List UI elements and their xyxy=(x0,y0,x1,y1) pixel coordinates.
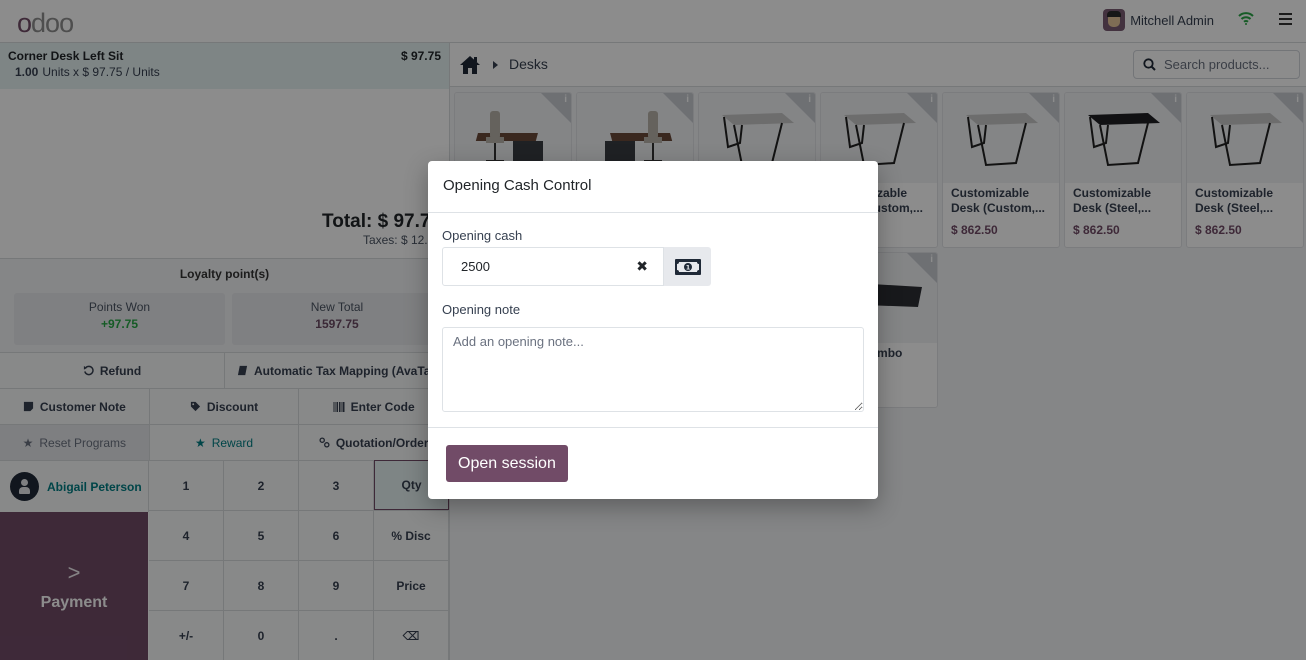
svg-text:1: 1 xyxy=(685,263,690,271)
opening-note-label: Opening note xyxy=(442,302,521,317)
open-session-button[interactable]: Open session xyxy=(446,445,568,482)
opening-cash-field[interactable]: ✖ xyxy=(442,247,664,286)
dialog-footer: Open session xyxy=(428,427,878,499)
cash-details-button[interactable]: 1 xyxy=(664,247,711,286)
opening-cash-label: Opening cash xyxy=(442,228,523,243)
opening-cash-row: ✖ 1 xyxy=(442,247,864,286)
opening-cash-dialog: Opening Cash Control Opening cash ✖ 1 Op… xyxy=(428,161,878,499)
dialog-body: Opening cash ✖ 1 Opening note xyxy=(428,213,878,415)
opening-cash-input[interactable] xyxy=(461,259,621,274)
opening-note-textarea[interactable] xyxy=(442,327,864,412)
dialog-title: Opening Cash Control xyxy=(428,161,878,213)
clear-icon[interactable]: ✖ xyxy=(636,258,648,275)
money-bill-icon: 1 xyxy=(674,258,701,275)
